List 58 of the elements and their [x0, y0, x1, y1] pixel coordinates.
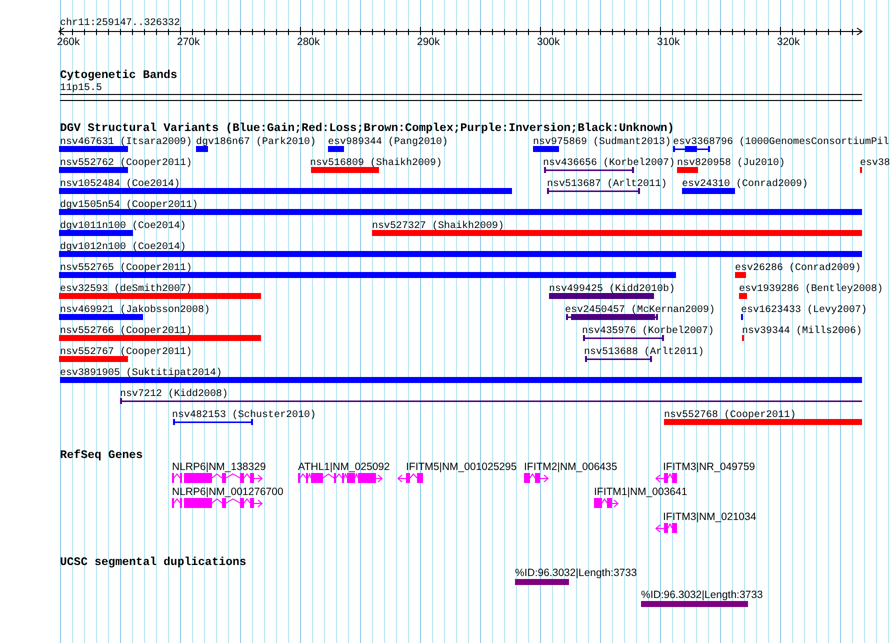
- variant-label: nsv467631 (Itsara2009): [60, 137, 192, 148]
- variant-label: nsv552762 (Cooper2011): [60, 158, 192, 169]
- variant-label: esv38: [860, 158, 890, 169]
- variant-label: nsv552767 (Cooper2011): [60, 347, 192, 358]
- variant-label: esv24310 (Conrad2009): [682, 179, 808, 190]
- variant-label: dgv186n67 (Park2010): [196, 137, 316, 148]
- gene-label: IFITM3|NM_021034: [663, 511, 756, 523]
- variant-label: nsv435976 (Korbel2007): [582, 326, 714, 337]
- variant-label: esv1623433 (Levy2007): [741, 305, 868, 316]
- variant-label: esv3368796 (1000GenomesConsortiumPil: [673, 137, 890, 148]
- gene-label: ATHL1|NM_025092: [298, 461, 390, 473]
- track-title: Cytogenetic Bands: [60, 69, 178, 82]
- variant-label: nsv516809 (Shaikh2009): [310, 158, 442, 169]
- variant-label: dgv1011n100 (Coe2014): [60, 221, 186, 232]
- axis-label: 300k: [537, 36, 560, 48]
- variant-label: esv26286 (Conrad2009): [735, 263, 862, 274]
- track-title: UCSC segmental duplications: [60, 556, 246, 569]
- gene-label: NLRP6|NM_138329: [172, 461, 266, 473]
- variant-label: nsv7212 (Kidd2008): [120, 389, 228, 400]
- variant-label: nsv1052484 (Coe2014): [60, 179, 180, 190]
- gene-label: IFITM1|NM_003641: [594, 486, 688, 498]
- duplication-bar: [515, 579, 569, 585]
- axis-label: 320k: [777, 36, 800, 48]
- gene-label: IFITM3|NR_049759: [663, 461, 756, 473]
- variant-label: esv32593 (deSmith2007): [60, 284, 192, 295]
- duplication-label: %ID:96.3032|Length:3733: [641, 589, 763, 601]
- variant-label: nsv527327 (Shaikh2009): [372, 221, 504, 232]
- axis-label: 260k: [57, 36, 80, 48]
- variant-label: nsv513687 (Arlt2011): [547, 179, 668, 190]
- variant-label: nsv39344 (Mills2006): [742, 326, 862, 337]
- track-title: DGV Structural Variants (Blue:Gain;Red:Loss;Brown:Complex;Purple:Inversion;Black:Unknown): [60, 122, 674, 135]
- variant-label: esv3891905 (Suktitipat2014): [60, 368, 222, 379]
- gene-label: IFITM2|NM_006435: [524, 461, 618, 473]
- variant-label: nsv499425 (Kidd2010b): [549, 284, 676, 295]
- variant-label: nsv513688 (Arlt2011): [584, 347, 704, 358]
- variant-label: esv2450457 (McKernan2009): [565, 305, 716, 316]
- axis-label: 290k: [417, 36, 440, 48]
- duplication-label: %ID:96.3032|Length:3733: [515, 567, 637, 579]
- gene-label: IFITM5|NM_001025295: [406, 461, 517, 473]
- variant-label: nsv552766 (Cooper2011): [60, 326, 192, 337]
- variant-label: esv989344 (Pang2010): [328, 137, 448, 148]
- variant-label: dgv1505n54 (Cooper2011): [60, 200, 198, 211]
- variant-label: nsv469921 (Jakobsson2008): [60, 305, 210, 316]
- location-label: chr11:259147..326332: [60, 18, 180, 29]
- band-label: 11p15.5: [60, 83, 102, 94]
- axis-label: 310k: [657, 36, 680, 48]
- variant-label: nsv552768 (Cooper2011): [664, 410, 796, 421]
- axis-label: 280k: [297, 36, 320, 48]
- track-title: RefSeq Genes: [60, 449, 143, 462]
- gene-label: NLRP6|NM_001276700: [172, 486, 284, 498]
- variant-label: nsv820958 (Ju2010): [677, 158, 786, 169]
- variant-label: dgv1012n100 (Coe2014): [60, 242, 186, 253]
- variant-label: nsv436656 (Korbel2007): [543, 158, 676, 169]
- variant-label: nsv552765 (Cooper2011): [60, 263, 192, 274]
- variant-label: nsv975869 (Sudmant2013): [533, 137, 672, 148]
- variant-label: esv1939286 (Bentley2008): [739, 284, 884, 295]
- variant-label: nsv482153 (Schuster2010): [172, 410, 316, 421]
- axis-label: 270k: [177, 36, 200, 48]
